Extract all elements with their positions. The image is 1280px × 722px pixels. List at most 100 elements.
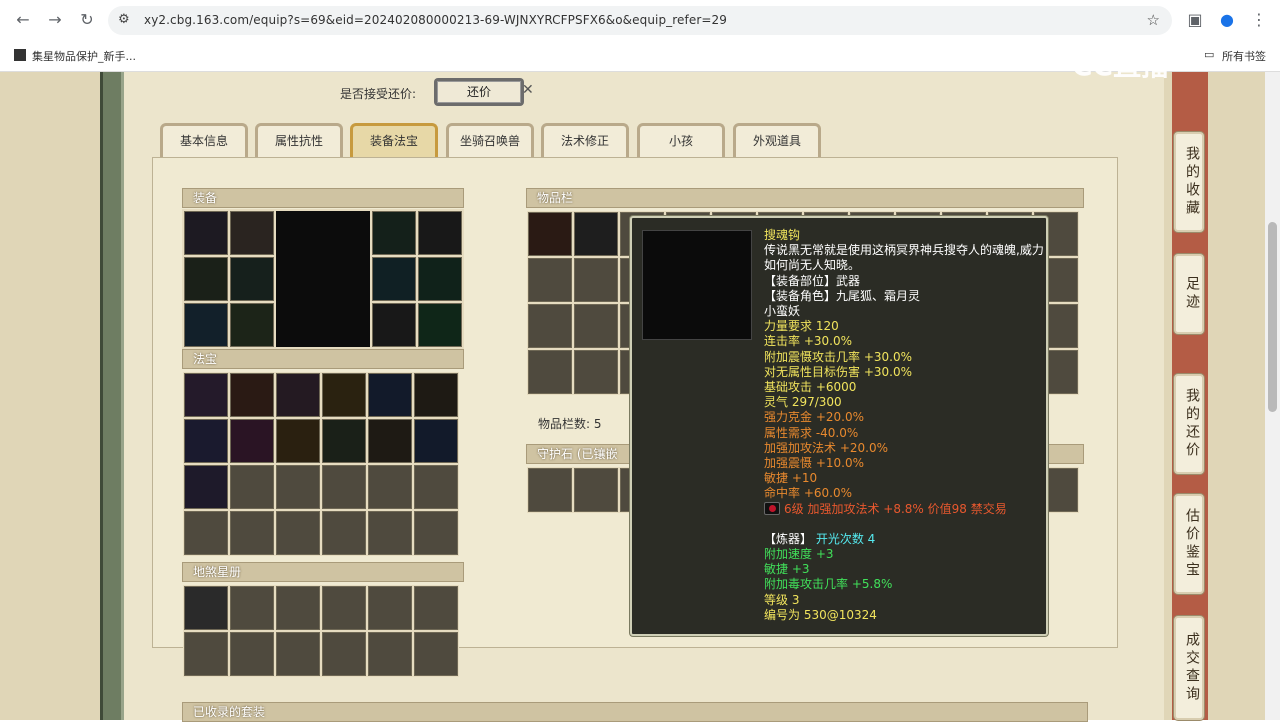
fabao-item[interactable] — [368, 419, 412, 463]
fabao-grid — [183, 372, 459, 556]
reload-icon[interactable]: ↻ — [76, 9, 98, 31]
base-attr: 灵气 297/300 — [764, 395, 842, 410]
item-slot[interactable] — [574, 304, 618, 348]
empty-slot — [368, 632, 412, 676]
extra-attr: 敏捷 +10 — [764, 471, 818, 486]
back-icon[interactable]: ← — [12, 9, 34, 31]
extra-attr: 加强震慑 +10.0% — [764, 456, 864, 471]
empty-slot — [230, 632, 274, 676]
item-desc: 传说黑无常就是使用这柄冥界神兵搜夺人的魂魄,威力如何尚无人知晓。 — [764, 243, 1044, 273]
fabao-item[interactable] — [230, 419, 274, 463]
empty-slot — [414, 465, 458, 509]
equip-slot-shoes[interactable] — [230, 303, 274, 347]
gem-line: 6级 加强加攻法术 +8.8% 价值98 禁交易 — [764, 501, 1044, 517]
item-slot[interactable] — [528, 212, 572, 256]
disha-grid — [183, 585, 459, 677]
equip-slot-mask2[interactable] — [372, 211, 416, 255]
empty-slot — [322, 465, 366, 509]
url-text[interactable]: xy2.cbg.163.com/equip?s=69&eid=202402080… — [144, 13, 727, 27]
fabao-item[interactable] — [414, 373, 458, 417]
item-slot[interactable] — [528, 304, 572, 348]
tab-attributes[interactable]: 属性抗性 — [255, 123, 343, 157]
fabao-item[interactable] — [230, 373, 274, 417]
gem-text: 6级 加强加攻法术 +8.8% 价值98 禁交易 — [784, 501, 1007, 516]
scrollbar[interactable] — [1265, 72, 1280, 720]
all-bookmarks[interactable]: 所有书签 — [1222, 48, 1266, 64]
equipment-header: 装备 — [182, 188, 464, 208]
empty-slot — [276, 511, 320, 555]
equip-slot-mask[interactable] — [230, 211, 274, 255]
base-attr: 连击率 +30.0% — [764, 334, 852, 349]
fabao-item[interactable] — [184, 419, 228, 463]
item-slot[interactable] — [528, 350, 572, 394]
item-slot[interactable] — [574, 212, 618, 256]
item-serial: 编号为 530@10324 — [764, 607, 877, 622]
item-slot[interactable] — [574, 258, 618, 302]
equip-slot-ring[interactable] — [372, 257, 416, 301]
item-slot[interactable] — [574, 350, 618, 394]
sidepanel-icon[interactable]: ▣ — [1184, 9, 1206, 31]
fabao-item[interactable] — [414, 419, 458, 463]
item-image — [642, 230, 752, 340]
empty-slot — [414, 586, 458, 630]
tab-spell-fix[interactable]: 法术修正 — [541, 123, 629, 157]
refine-label: 【炼器】 — [764, 531, 813, 546]
empty-slot — [276, 586, 320, 630]
fabao-item[interactable] — [322, 419, 366, 463]
fabao-item[interactable] — [322, 373, 366, 417]
item-slot[interactable] — [528, 258, 572, 302]
equip-slot-armor[interactable] — [230, 257, 274, 301]
bookmark-star-icon[interactable]: ☆ — [1147, 11, 1160, 29]
item-name: 搜魂钩 — [764, 228, 801, 242]
disha-item[interactable] — [184, 586, 228, 630]
close-icon[interactable]: ✕ — [522, 82, 534, 98]
forward-icon[interactable]: → — [44, 9, 66, 31]
refine-attr: 附加速度 +3 — [764, 547, 834, 562]
nav-row: ← → ↻ ⚙ xy2.cbg.163.com/equip?s=69&eid=2… — [0, 0, 1280, 40]
base-attr: 对无属性目标伤害 +30.0% — [764, 364, 912, 379]
gem-icon — [764, 501, 780, 515]
tab-equipment[interactable]: 装备法宝 — [350, 123, 438, 157]
site-info-icon[interactable]: ⚙ — [118, 12, 130, 27]
equip-slot-belt[interactable] — [418, 211, 462, 255]
equip-slot-bracelet[interactable] — [372, 303, 416, 347]
equip-slot-weapon[interactable] — [184, 257, 228, 301]
base-attr: 附加震慑攻击几率 +30.0% — [764, 349, 912, 364]
bookmark-favicon-icon — [14, 49, 26, 61]
address-bar[interactable]: ⚙ xy2.cbg.163.com/equip?s=69&eid=2024020… — [108, 6, 1172, 35]
fabao-item[interactable] — [276, 419, 320, 463]
fabao-item[interactable] — [184, 373, 228, 417]
bookmark-item[interactable]: 集星物品保护_新手... — [32, 48, 136, 64]
equip-slot-helmet[interactable] — [184, 211, 228, 255]
left-frame — [100, 72, 124, 720]
equip-slot-necklace[interactable] — [184, 303, 228, 347]
refine-attr: 附加毒攻击几率 +5.8% — [764, 577, 893, 592]
tab-mounts[interactable]: 坐骑召唤兽 — [446, 123, 534, 157]
empty-slot — [276, 465, 320, 509]
empty-slot — [322, 586, 366, 630]
profile-icon[interactable]: ● — [1216, 9, 1238, 31]
scrollbar-thumb[interactable] — [1268, 222, 1277, 412]
side-btn-my-offers[interactable]: 我的还价 — [1174, 374, 1204, 474]
menu-icon[interactable]: ⋮ — [1248, 9, 1270, 31]
counter-offer-label: 还价 — [437, 81, 521, 103]
equip-slot-orb[interactable] — [418, 303, 462, 347]
folder-icon: ▭ — [1204, 48, 1215, 61]
fabao-item[interactable] — [276, 373, 320, 417]
tab-appearance[interactable]: 外观道具 — [733, 123, 821, 157]
counter-offer-button[interactable]: 还价 — [434, 78, 524, 106]
tab-basic-info[interactable]: 基本信息 — [160, 123, 248, 157]
side-btn-deals[interactable]: 成交查询 — [1174, 616, 1204, 720]
equip-slot-leaf[interactable] — [418, 257, 462, 301]
guard-slot[interactable] — [528, 468, 572, 512]
side-btn-favorites[interactable]: 我的收藏 — [1174, 132, 1204, 232]
tab-child[interactable]: 小孩 — [637, 123, 725, 157]
side-btn-appraise[interactable]: 估价鉴宝 — [1174, 494, 1204, 594]
fabao-item[interactable] — [184, 465, 228, 509]
guard-slot[interactable] — [574, 468, 618, 512]
empty-slot — [184, 511, 228, 555]
extra-attr: 强力克金 +20.0% — [764, 410, 864, 425]
side-btn-footprint[interactable]: 足迹 — [1174, 254, 1204, 334]
fabao-item[interactable] — [368, 373, 412, 417]
